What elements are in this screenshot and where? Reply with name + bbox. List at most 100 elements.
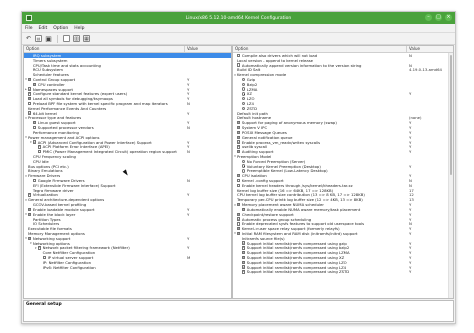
tree-row-value: Y <box>187 235 190 241</box>
tree-row-label: Support initial ramdisk/ramfs compressed… <box>246 269 350 275</box>
checkbox[interactable] <box>32 178 37 183</box>
menu-file[interactable]: File <box>25 26 33 31</box>
radio-button[interactable] <box>241 106 246 111</box>
title-bar[interactable]: Linux/x86 5.12.10-amd64 Kernel Configura… <box>22 12 455 24</box>
checkbox[interactable]: ✓ <box>241 260 246 265</box>
checkbox[interactable]: ✓ <box>241 255 246 260</box>
help-panel: General setup <box>23 300 454 322</box>
checkbox[interactable]: ✓ <box>241 241 246 245</box>
close-icon[interactable]: × <box>445 14 452 21</box>
checkbox[interactable]: ✓ <box>28 207 32 212</box>
menu-edit[interactable]: Edit <box>39 26 48 31</box>
checkbox[interactable]: ✓ <box>237 135 241 139</box>
single-view-icon[interactable] <box>63 35 70 42</box>
radio-button[interactable] <box>241 87 246 91</box>
checkbox[interactable]: ✓ <box>241 270 246 274</box>
option-tree-left[interactable]: Option Value IRQ subsystem Timers subsyst… <box>23 45 232 299</box>
tree-row[interactable]: IPv6: Netfilter Configuration <box>24 265 231 270</box>
checkbox[interactable] <box>32 125 37 130</box>
menu-help[interactable]: Help <box>74 26 84 31</box>
radio-button[interactable] <box>241 97 246 101</box>
checkbox[interactable]: ✓ <box>28 193 32 197</box>
tree-row-value: Y <box>409 149 412 155</box>
checkbox[interactable]: ✓ <box>32 82 37 86</box>
tree-row[interactable]: ✓ Support initial ramdisk/ramfs compresse… <box>233 269 453 275</box>
tree-row-value: Y <box>409 269 412 275</box>
checkbox[interactable]: ✓ <box>28 212 32 216</box>
column-value: Value <box>406 46 453 52</box>
checkbox[interactable]: ✓ <box>237 149 241 154</box>
radio-button[interactable] <box>241 159 246 163</box>
app-window: Linux/x86 5.12.10-amd64 Kernel Configura… <box>21 11 456 324</box>
split-view-icon[interactable]: ▥ <box>73 35 80 42</box>
checkbox[interactable] <box>28 101 32 106</box>
tree-row-value: N <box>187 178 190 184</box>
checkbox[interactable]: ✓ <box>37 246 42 250</box>
minimize-icon[interactable]: – <box>425 14 432 21</box>
radio-button[interactable] <box>241 101 246 106</box>
maximize-icon[interactable]: □ <box>435 14 442 21</box>
checkbox[interactable]: ✓ <box>237 202 241 207</box>
checkbox[interactable]: ✓ <box>28 97 32 101</box>
checkbox[interactable]: ✓ <box>237 140 241 144</box>
scrollbar-thumb[interactable] <box>449 55 453 175</box>
tree-row-value: N <box>409 52 412 58</box>
checkbox[interactable] <box>237 53 241 58</box>
tree-row-value: N <box>187 101 190 107</box>
checkbox[interactable]: ✓ <box>237 125 241 130</box>
menu-bar: File Edit Option Help <box>22 24 455 33</box>
checkbox[interactable]: ✓ <box>237 226 241 231</box>
toolbar: ↶ ▤ ▣ ▥ ▦ <box>22 33 455 45</box>
tree-row-value: Y <box>409 163 412 169</box>
checkbox[interactable]: ✓ <box>237 145 241 149</box>
checkbox[interactable]: ✓ <box>32 140 37 144</box>
window-title: Linux/x86 5.12.10-amd64 Kernel Configura… <box>185 15 292 21</box>
tree-row-value: M <box>187 255 191 261</box>
checkbox[interactable]: ✓ <box>28 92 32 96</box>
checkbox[interactable]: ✓ <box>237 217 241 221</box>
checkbox[interactable]: ✓ <box>28 87 32 91</box>
option-tree-right[interactable]: Option Value Compile also drivers which … <box>232 45 454 299</box>
checkbox[interactable]: ✓ <box>237 130 241 135</box>
full-view-icon[interactable]: ▦ <box>83 35 90 42</box>
checkbox[interactable]: ✓ <box>237 121 241 125</box>
radio-button[interactable] <box>241 169 246 173</box>
radio-button[interactable] <box>241 82 246 86</box>
tree-row-value: Y <box>187 110 190 116</box>
scrollbar[interactable] <box>448 53 453 298</box>
checkbox[interactable]: ✓ <box>37 145 42 149</box>
column-option: Option <box>26 46 40 51</box>
radio-button[interactable] <box>241 77 246 82</box>
menu-option[interactable]: Option <box>53 26 68 31</box>
tree-row-value: Y <box>187 245 190 251</box>
checkbox[interactable]: ✓ <box>28 111 32 115</box>
checkbox[interactable]: ✓ <box>241 265 246 269</box>
checkbox[interactable]: ✓ <box>237 231 241 236</box>
load-icon[interactable]: ▤ <box>35 35 42 42</box>
checkbox[interactable] <box>237 63 241 67</box>
tree-row-value: Y <box>409 91 412 97</box>
checkbox[interactable]: ✓ <box>241 246 246 250</box>
save-icon[interactable]: ▣ <box>45 35 52 43</box>
checkbox[interactable]: ✓ <box>241 207 246 212</box>
right-row-list: Compile also drivers which will not load… <box>233 52 453 275</box>
radio-button[interactable] <box>241 164 246 168</box>
checkbox[interactable] <box>237 183 241 188</box>
left-row-list: IRQ subsystem Timers subsystem CPU/Task ti… <box>24 53 231 270</box>
checkbox[interactable] <box>42 255 47 260</box>
back-icon[interactable]: ↶ <box>25 35 32 42</box>
column-value: Value <box>184 46 231 52</box>
checkbox[interactable]: ✓ <box>241 251 246 255</box>
checkbox[interactable]: ✓ <box>237 174 241 178</box>
tree-row-label: IPv6: Netfilter Configuration <box>42 264 96 270</box>
checkbox[interactable] <box>237 178 241 183</box>
tree-row-value: N <box>187 125 190 131</box>
checkbox[interactable] <box>237 222 241 226</box>
radio-button[interactable] <box>241 92 246 96</box>
checkbox[interactable]: ✓ <box>32 121 37 125</box>
checkbox[interactable] <box>37 149 42 154</box>
checkbox[interactable]: ✓ <box>28 77 32 82</box>
tree-row-value: Y <box>187 211 190 217</box>
checkbox[interactable]: ✓ <box>28 236 32 240</box>
checkbox[interactable]: ✓ <box>237 212 241 216</box>
